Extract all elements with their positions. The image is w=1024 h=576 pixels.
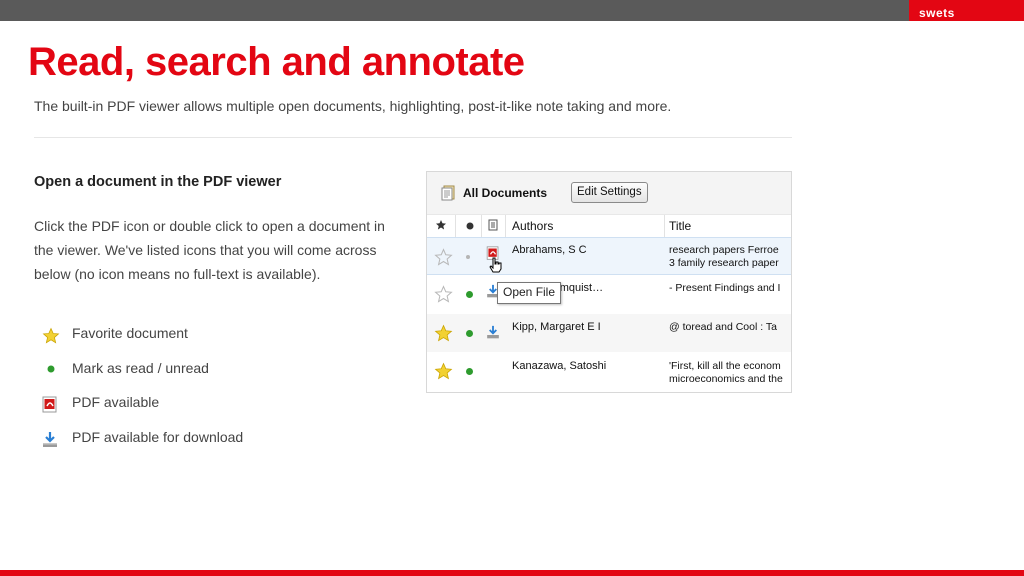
- read-dot-icon[interactable]: [466, 330, 473, 337]
- title-cell-line: - Present Findings and I: [669, 282, 781, 294]
- table-row[interactable]: Kipp, Margaret E I @ toread and Cool : T…: [427, 314, 791, 352]
- favorite-column-icon[interactable]: [435, 215, 447, 237]
- download-icon: [42, 429, 72, 449]
- divider: [34, 137, 792, 138]
- column-separator: [664, 215, 665, 237]
- title-cell-line: 3 family research paper: [669, 257, 779, 269]
- slide-title: Read, search and annotate: [28, 40, 525, 84]
- column-header-row: Authors Title: [427, 214, 791, 238]
- star-icon: [42, 325, 72, 345]
- table-row[interactable]: Abrahams, S C research papers Ferroe 3 f…: [427, 237, 791, 278]
- open-file-tooltip: Open File: [497, 282, 562, 304]
- file-column-icon[interactable]: [488, 215, 498, 237]
- column-header-title[interactable]: Title: [669, 215, 691, 237]
- legend-item-download: PDF available for download: [42, 429, 243, 464]
- brand-logo: swets: [909, 0, 1024, 21]
- read-dot-icon[interactable]: [466, 368, 473, 375]
- star-empty-icon[interactable]: [434, 248, 453, 272]
- hand-cursor-icon: [489, 257, 503, 278]
- unread-dot-icon[interactable]: [466, 255, 470, 259]
- section-body: Click the PDF icon or double click to op…: [34, 218, 385, 282]
- table-row[interactable]: Kanazawa, Satoshi 'First, kill all the e…: [427, 352, 791, 392]
- legend-item-pdf: PDF available: [42, 394, 243, 429]
- title-cell-line: microeconomics and the: [669, 373, 783, 385]
- star-filled-icon[interactable]: [434, 362, 453, 386]
- legend-label: PDF available: [72, 394, 160, 410]
- bottom-accent-line: [0, 570, 1024, 576]
- author-cell: Kanazawa, Satoshi: [512, 360, 607, 372]
- table-row[interactable]: Tobias; Elmquist… - Present Findings and…: [427, 276, 791, 314]
- legend-item-read: Mark as read / unread: [42, 360, 243, 395]
- legend-item-favorite: Favorite document: [42, 325, 243, 360]
- title-cell-line: @ toread and Cool : Ta: [669, 321, 777, 333]
- read-column-icon[interactable]: [465, 215, 475, 237]
- green-dot-icon: [42, 360, 72, 380]
- panel-title: All Documents: [463, 186, 548, 200]
- panel-header: All Documents Edit Settings: [427, 172, 791, 214]
- download-icon[interactable]: [486, 325, 500, 345]
- column-header-authors[interactable]: Authors: [512, 215, 553, 237]
- read-dot-icon[interactable]: [466, 291, 473, 298]
- edit-settings-button[interactable]: Edit Settings: [571, 182, 648, 203]
- slide-subtitle: The built-in PDF viewer allows multiple …: [34, 98, 672, 114]
- author-cell: Kipp, Margaret E I: [512, 321, 601, 333]
- icon-legend: Favorite document Mark as read / unread …: [42, 325, 243, 463]
- column-separator: [505, 215, 506, 237]
- star-empty-icon[interactable]: [434, 285, 453, 309]
- app-screenshot: All Documents Edit Settings Authors Titl…: [426, 171, 792, 393]
- documents-icon: [441, 185, 457, 206]
- legend-label: PDF available for download: [72, 428, 244, 445]
- title-cell-line: 'First, kill all the econom: [669, 360, 781, 372]
- pdf-icon: [42, 394, 72, 414]
- star-filled-icon[interactable]: [434, 324, 453, 348]
- top-bar: [0, 0, 1024, 21]
- section-heading: Open a document in the PDF viewer: [34, 174, 282, 190]
- title-cell-line: research papers Ferroe: [669, 244, 779, 256]
- legend-label: Mark as read / unread: [72, 359, 209, 376]
- column-separator: [481, 215, 482, 237]
- column-separator: [455, 215, 456, 237]
- legend-label: Favorite document: [72, 325, 188, 341]
- author-cell: Abrahams, S C: [512, 244, 587, 256]
